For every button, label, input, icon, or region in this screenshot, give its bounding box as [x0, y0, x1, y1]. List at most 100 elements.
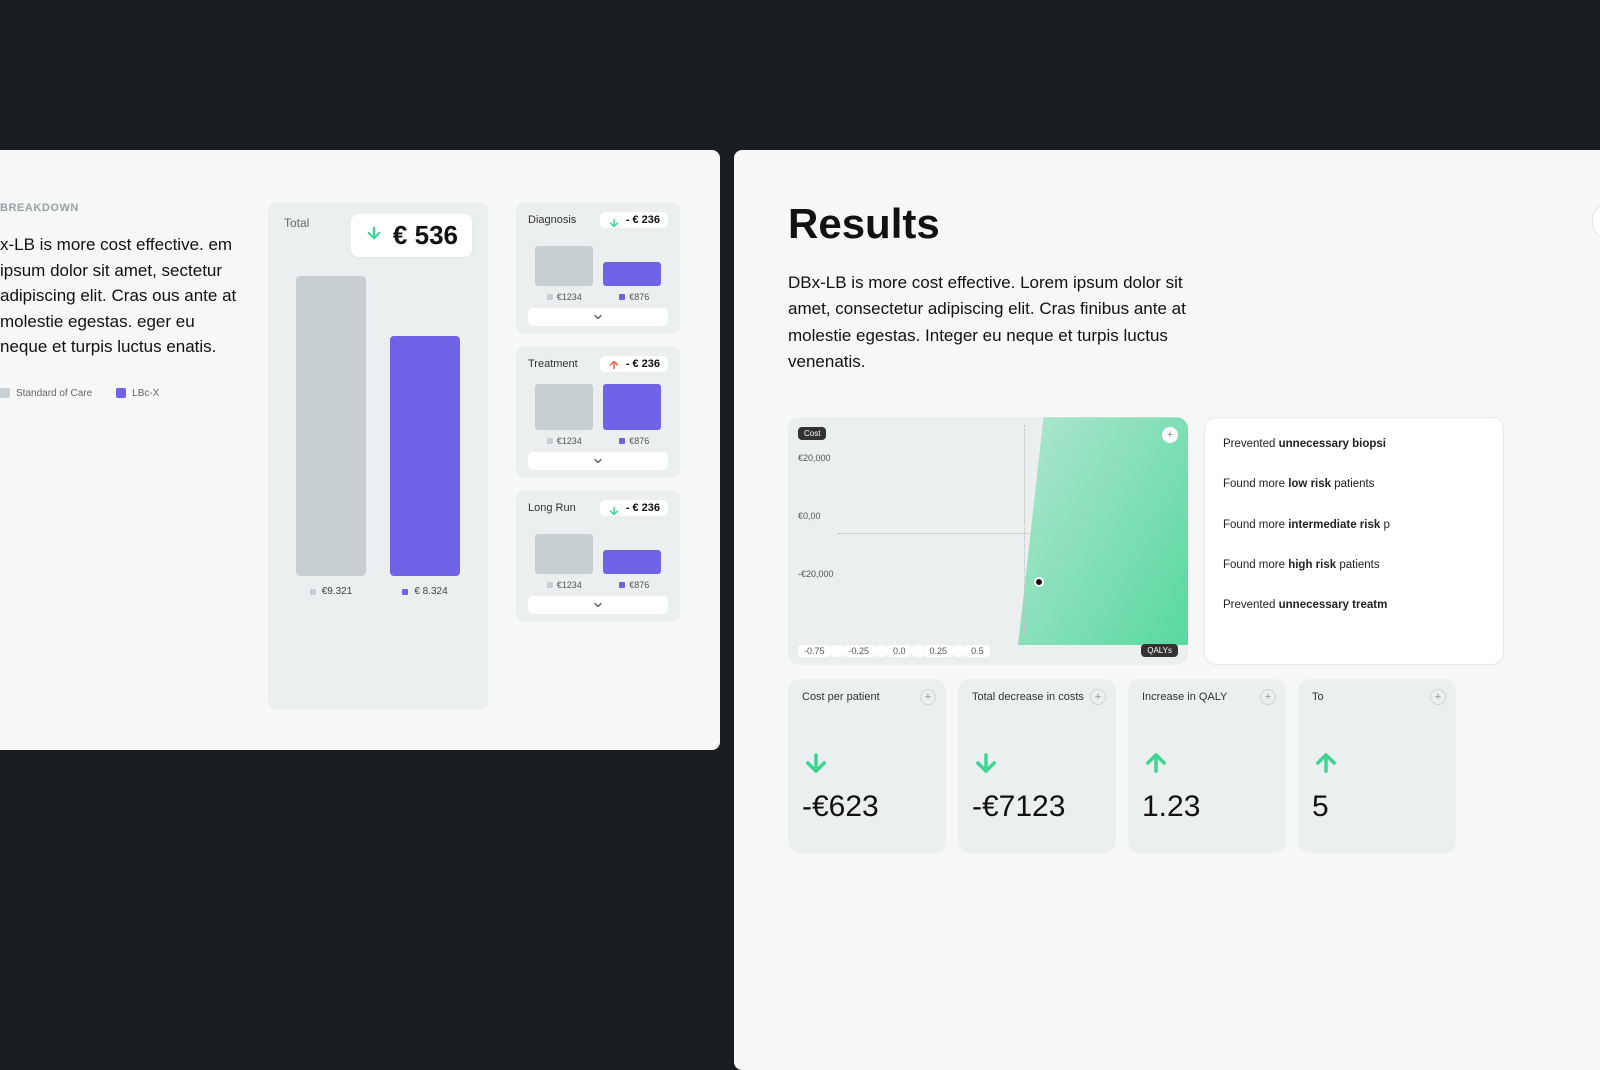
grid-line-zero-y	[838, 533, 1180, 534]
results-charts-row: Cost QALYs + €20,000 €0,00 -€20,000 -0.7…	[788, 417, 1600, 665]
finding-row: Found more low risk patients	[1223, 476, 1485, 492]
bar-standard-of-care	[296, 276, 366, 576]
expand-stat-icon[interactable]: +	[920, 689, 936, 705]
legend-item-a: Standard of Care	[0, 388, 92, 399]
stat-card: Cost per patient + -€623	[788, 679, 946, 853]
mini-delta-value: - € 236	[626, 502, 660, 514]
arrow-down-icon	[608, 502, 620, 514]
mini-card-title: Treatment	[528, 358, 578, 370]
chevron-down-icon	[592, 599, 604, 611]
dot-purple-icon	[402, 589, 408, 595]
section-label: BREAKDOWN	[0, 202, 240, 214]
dot-grey-icon	[547, 294, 553, 300]
stat-title: Cost per patient	[802, 691, 932, 703]
mini-bar-b	[603, 262, 661, 286]
mini-delta-value: - € 236	[626, 358, 660, 370]
expand-button[interactable]	[528, 596, 668, 614]
mini-card-diagnosis: Diagnosis - € 236 €1234 €876	[516, 202, 680, 334]
x-axis-chip: QALYs	[1141, 644, 1178, 657]
arrow-up-icon	[1312, 749, 1442, 782]
total-value: € 536	[393, 220, 458, 251]
y-ticks: €20,000 €0,00 -€20,000	[798, 453, 834, 579]
dot-grey-icon	[547, 438, 553, 444]
mini-delta-value: - € 236	[626, 214, 660, 226]
bar-lbcx	[390, 336, 460, 576]
dot-purple-icon	[619, 582, 625, 588]
stat-title: Increase in QALY	[1142, 691, 1272, 703]
breakdown-intro: BREAKDOWN x-LB is more cost effective. e…	[0, 202, 240, 710]
mini-bar-b	[603, 384, 661, 430]
mini-delta-chip: - € 236	[600, 212, 668, 228]
mini-labels: €1234 €876	[528, 292, 668, 302]
mini-delta-chip: - € 236	[600, 500, 668, 516]
total-bars: €9.321 € 8.324	[284, 277, 472, 597]
finding-row: Prevented unnecessary treatm	[1223, 597, 1485, 613]
stat-card: Total decrease in costs + -€7123	[958, 679, 1116, 853]
arrow-down-icon	[608, 214, 620, 226]
expand-stat-icon[interactable]: +	[1430, 689, 1446, 705]
mini-card-treatment: Treatment - € 236 €1234 €876	[516, 346, 680, 478]
bar-col-a: €9.321	[296, 276, 366, 597]
scatter-favorable-zone	[1018, 417, 1188, 645]
stat-title: Total decrease in costs	[972, 691, 1102, 703]
results-description: DBx-LB is more cost effective. Lorem ips…	[788, 270, 1208, 375]
mini-bar-a	[535, 534, 593, 574]
legend-swatch-grey	[0, 388, 10, 398]
chevron-down-icon	[592, 311, 604, 323]
legend: Standard of Care LBc-X	[0, 388, 240, 399]
legend-label-a: Standard of Care	[16, 388, 92, 399]
mini-bar-b	[603, 550, 661, 574]
expand-button[interactable]	[528, 308, 668, 326]
breakdown-minis: Diagnosis - € 236 €1234 €876 Treatment -…	[516, 202, 680, 710]
bar-col-b: € 8.324	[390, 336, 460, 597]
mini-bar-a	[535, 384, 593, 430]
total-label: Total	[284, 216, 309, 230]
mini-card-title: Long Run	[528, 502, 576, 514]
total-card: Total € 536 €9.321 € 8.324	[268, 202, 488, 710]
stat-card: Increase in QALY + 1.23	[1128, 679, 1286, 853]
stat-value: 1.23	[1142, 790, 1272, 824]
total-value-chip: € 536	[351, 214, 472, 257]
mini-bars	[528, 380, 668, 430]
legend-swatch-purple	[116, 388, 126, 398]
mini-delta-chip: - € 236	[600, 356, 668, 372]
chevron-down-icon	[592, 455, 604, 467]
expand-button[interactable]	[528, 452, 668, 470]
x-ticks: -0.75 -0.25 0.0 0.25 0.5	[798, 645, 1132, 657]
stat-value: 5	[1312, 790, 1442, 824]
mini-card-long-run: Long Run - € 236 €1234 €876	[516, 490, 680, 622]
findings-card: Prevented unnecessary biopsiFound more l…	[1204, 417, 1504, 665]
stat-card: To + 5	[1298, 679, 1456, 853]
stat-value: -€623	[802, 790, 932, 824]
mini-bars	[528, 236, 668, 286]
results-title: Results	[788, 200, 1600, 248]
dot-grey-icon	[547, 582, 553, 588]
scatter-card[interactable]: Cost QALYs + €20,000 €0,00 -€20,000 -0.7…	[788, 417, 1188, 665]
arrow-down-icon	[972, 749, 1102, 782]
mini-card-title: Diagnosis	[528, 214, 576, 226]
expand-stat-icon[interactable]: +	[1090, 689, 1106, 705]
arrow-down-icon	[802, 749, 932, 782]
y-axis-chip: Cost	[798, 427, 826, 440]
bar-label-a: €9.321	[310, 586, 353, 597]
legend-item-b: LBc-X	[116, 388, 159, 399]
dot-grey-icon	[310, 589, 316, 595]
finding-row: Found more intermediate risk p	[1223, 517, 1485, 533]
dot-purple-icon	[619, 438, 625, 444]
arrow-down-icon	[365, 224, 383, 247]
breakdown-panel: BREAKDOWN x-LB is more cost effective. e…	[0, 150, 720, 750]
mini-bar-a	[535, 246, 593, 286]
arrow-up-icon	[608, 358, 620, 370]
finding-row: Found more high risk patients	[1223, 557, 1485, 573]
stat-title: To	[1312, 691, 1442, 703]
section-description: x-LB is more cost effective. em ipsum do…	[0, 232, 240, 360]
legend-label-b: LBc-X	[132, 388, 159, 399]
mini-bars	[528, 524, 668, 574]
bar-label-b: € 8.324	[402, 586, 447, 597]
dot-purple-icon	[619, 294, 625, 300]
stat-row: Cost per patient + -€623 Total decrease …	[788, 679, 1600, 853]
results-panel: L Results DBx-LB is more cost effective.…	[734, 150, 1600, 1070]
grid-line-zero-x	[1024, 425, 1025, 637]
expand-stat-icon[interactable]: +	[1260, 689, 1276, 705]
stat-value: -€7123	[972, 790, 1102, 824]
